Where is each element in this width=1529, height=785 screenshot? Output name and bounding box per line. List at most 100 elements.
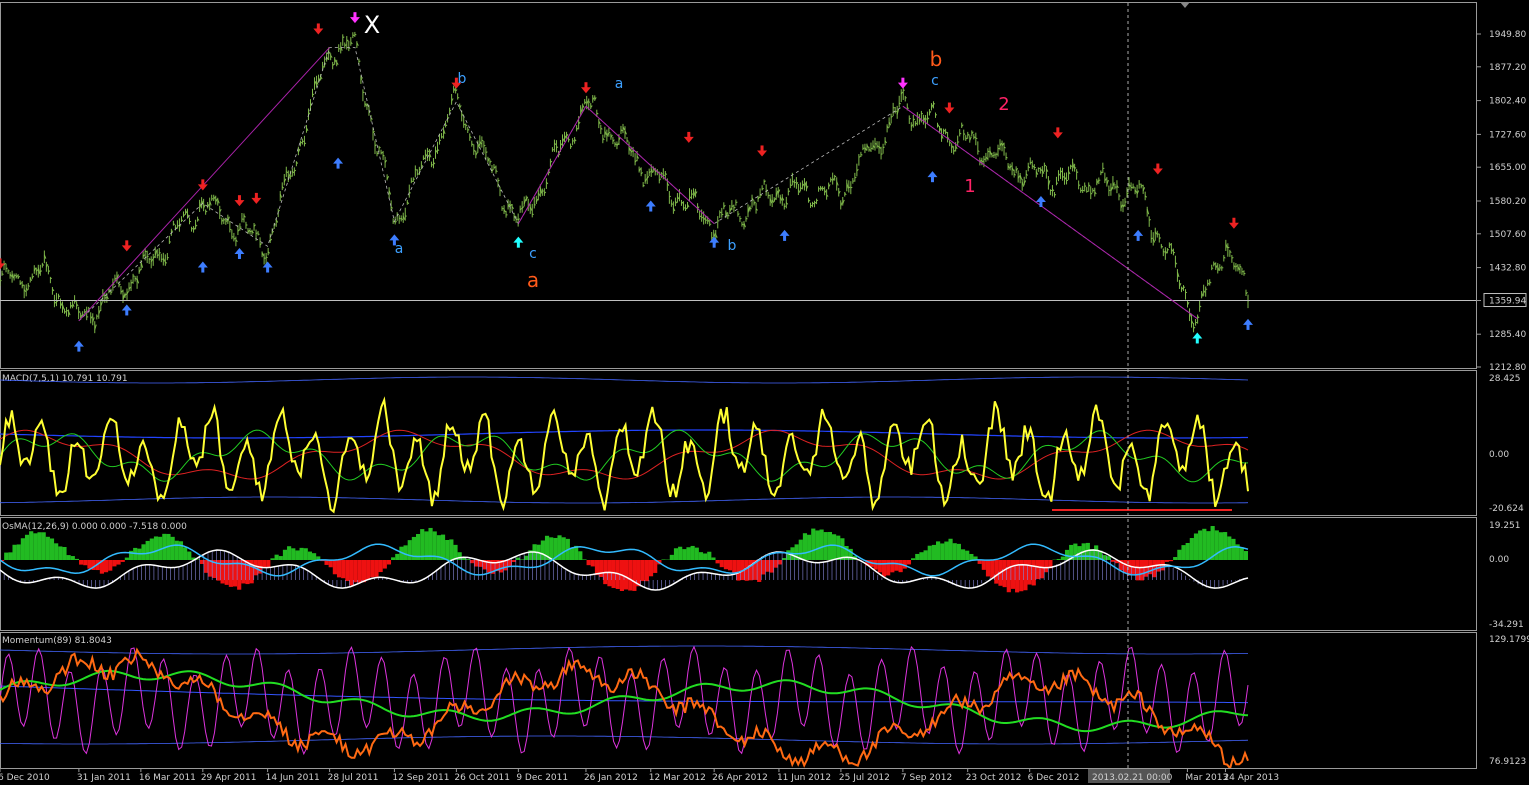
- osma-bar: [370, 560, 375, 578]
- osma-bar: [511, 560, 516, 562]
- up-arrow-icon: [234, 247, 245, 259]
- osma-bar: [4, 552, 9, 560]
- price-bar-close: [739, 217, 742, 220]
- price-bar-close: [626, 140, 629, 142]
- osma-bar: [661, 559, 666, 560]
- arrow-head: [349, 17, 360, 24]
- macd-panel: [0, 376, 1249, 514]
- price-tick-label: 1655.00: [1489, 163, 1526, 173]
- osma-bar: [208, 560, 213, 577]
- up-arrow-icon: [709, 236, 720, 248]
- osma-bar: [1031, 560, 1036, 586]
- price-tick-label: 1949.80: [1489, 30, 1526, 40]
- osma-bar: [112, 560, 117, 567]
- down-arrow-icon: [757, 145, 768, 157]
- momentum-lower-band: [0, 735, 1249, 745]
- osma-bar: [686, 547, 691, 560]
- osma-bar: [515, 557, 520, 560]
- price-bar-close: [1151, 237, 1153, 240]
- osma-bar: [719, 560, 724, 568]
- trading-chart[interactable]: MACD(7,5,1) 10.791 10.791 OsMA(12,26,9) …: [0, 0, 1529, 785]
- osma-bar: [761, 560, 766, 575]
- date-tick-label: 6 Dec 2012: [1028, 773, 1080, 783]
- osma-bar: [669, 554, 674, 560]
- chart-overlays: Xba caabbc12: [364, 11, 1010, 292]
- down-arrow-icon: [683, 131, 694, 143]
- down-arrow-icon: [121, 240, 132, 252]
- price-bar-close: [229, 228, 232, 231]
- price-bar-close: [382, 154, 385, 157]
- osma-bar: [407, 540, 412, 560]
- wave-label-two: 2: [998, 94, 1009, 115]
- osma-bar: [391, 557, 396, 560]
- price-bar-close: [991, 155, 994, 157]
- date-axis: 6 Dec 2010 31 Jan 2011 16 Mar 2011 29 Apr 2…: [0, 768, 1279, 783]
- osma-bar: [819, 529, 824, 560]
- arrow-head: [251, 197, 262, 204]
- osma-bar: [66, 555, 71, 560]
- osma-bar: [83, 560, 88, 566]
- price-bar-close: [848, 186, 851, 189]
- osma-bar: [270, 558, 275, 560]
- osma-bar: [624, 560, 629, 590]
- osma-bar: [62, 546, 67, 560]
- price-bar-close: [810, 204, 813, 207]
- osma-bar: [836, 535, 841, 560]
- date-tick-label: 24 Apr 2013: [1223, 773, 1279, 783]
- osma-bar: [782, 558, 787, 560]
- osma-bar: [765, 560, 770, 572]
- price-bar-close: [874, 143, 877, 145]
- osma-bar: [644, 560, 649, 582]
- osma-bar: [74, 558, 80, 560]
- price-tick-label: 1877.20: [1489, 63, 1526, 73]
- osma-bar: [378, 560, 383, 573]
- osma-bottom-label: -34.291: [1489, 620, 1524, 630]
- chart-shift-marker[interactable]: [1180, 2, 1190, 8]
- momentum-upper-band: [0, 645, 1248, 655]
- osma-bar: [744, 560, 749, 581]
- osma-bar: [178, 541, 184, 560]
- osma-bar: [79, 560, 84, 565]
- osma-bar: [711, 557, 716, 560]
- price-bar-close: [515, 218, 518, 221]
- arrow-head: [234, 247, 245, 254]
- down-arrow-icon: [349, 12, 360, 24]
- osma-bar: [956, 543, 961, 560]
- osma-bar: [357, 560, 362, 583]
- osma-bar: [341, 560, 346, 579]
- price-bar-close: [669, 195, 672, 198]
- osma-bar: [345, 560, 350, 582]
- price-bar-close: [144, 250, 147, 253]
- osma-bar: [948, 538, 953, 560]
- osma-bar: [786, 550, 791, 560]
- macd-main-line: [0, 396, 1249, 514]
- osma-bar: [366, 560, 371, 580]
- osma-bar: [540, 540, 545, 560]
- macd-zero-label: 0.00: [1489, 450, 1509, 460]
- date-tick-label: 29 Apr 2011: [201, 773, 257, 783]
- price-bar-close: [441, 136, 444, 138]
- osma-bar: [911, 558, 916, 560]
- momentum-bottom-label: 76.9123: [1489, 757, 1526, 767]
- date-tick-label: 12 Sep 2011: [392, 773, 449, 783]
- osma-bar: [124, 557, 129, 560]
- osma-bar: [798, 539, 803, 560]
- date-tick-label: 23 Oct 2012: [966, 773, 1022, 783]
- osma-bar: [723, 560, 728, 570]
- osma-bar: [361, 560, 367, 583]
- price-bar-close: [767, 194, 770, 197]
- osma-bar: [628, 560, 633, 591]
- osma-bar: [1002, 560, 1007, 588]
- down-arrow-icon: [1228, 217, 1239, 229]
- price-bar-close: [0, 279, 2, 282]
- arrow-head: [313, 28, 324, 35]
- osma-bar: [981, 560, 986, 570]
- price-bar-close: [1157, 233, 1159, 235]
- arrow-head: [1192, 332, 1203, 339]
- price-bar-close: [870, 147, 873, 150]
- osma-bar: [336, 560, 342, 578]
- wave-label-A: a: [527, 268, 539, 292]
- osma-bar: [748, 560, 753, 581]
- osma-panel: [0, 526, 1249, 593]
- down-arrow-icon: [580, 82, 591, 94]
